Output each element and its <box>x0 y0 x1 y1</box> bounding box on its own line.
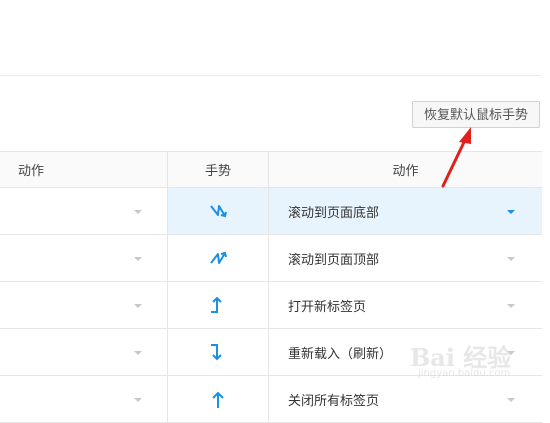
action-label: 打开新标签页 <box>288 299 367 315</box>
right-up-arrow-icon <box>168 282 269 328</box>
table-header: 动作 手势 动作 <box>0 151 542 188</box>
watermark-subtext: jingyan.baidu.com <box>418 368 511 379</box>
header-action-right: 动作 <box>392 164 419 179</box>
chevron-down-icon <box>134 257 142 261</box>
left-action-select[interactable] <box>0 282 168 328</box>
zigzag-down-icon <box>168 188 269 234</box>
table-row[interactable]: 滚动到页面底部 <box>0 188 542 235</box>
table-row[interactable]: 滚动到页面顶部 <box>0 235 542 282</box>
right-down-arrow-icon <box>168 329 269 375</box>
left-action-select[interactable] <box>0 376 168 422</box>
action-label: 滚动到页面底部 <box>288 205 380 221</box>
left-action-select[interactable] <box>0 235 168 281</box>
up-arrow-icon <box>168 376 269 422</box>
watermark-logo: Bai 经验 jingyan.baidu.com <box>408 338 548 388</box>
chevron-down-icon <box>507 257 515 261</box>
action-select[interactable]: 打开新标签页 <box>269 282 542 328</box>
action-label: 关闭所有标签页 <box>288 393 380 409</box>
chevron-down-icon <box>507 304 515 308</box>
chevron-down-icon <box>507 398 515 402</box>
action-label: 重新载入（刷新） <box>288 346 393 362</box>
chevron-down-icon <box>507 210 515 214</box>
action-select[interactable]: 滚动到页面底部 <box>269 188 542 234</box>
table-row[interactable]: 打开新标签页 <box>0 282 542 329</box>
chevron-down-icon <box>134 398 142 402</box>
left-action-select[interactable] <box>0 188 168 234</box>
restore-default-gestures-button[interactable]: 恢复默认鼠标手势 <box>412 101 540 128</box>
action-label: 滚动到页面顶部 <box>288 252 380 268</box>
chevron-down-icon <box>134 210 142 214</box>
left-action-select[interactable] <box>0 329 168 375</box>
action-select[interactable]: 滚动到页面顶部 <box>269 235 542 281</box>
chevron-down-icon <box>134 351 142 355</box>
top-divider <box>0 75 542 76</box>
chevron-down-icon <box>134 304 142 308</box>
header-gesture: 手势 <box>168 152 269 187</box>
header-action-left: 动作 <box>0 152 168 187</box>
zigzag-up-icon <box>168 235 269 281</box>
